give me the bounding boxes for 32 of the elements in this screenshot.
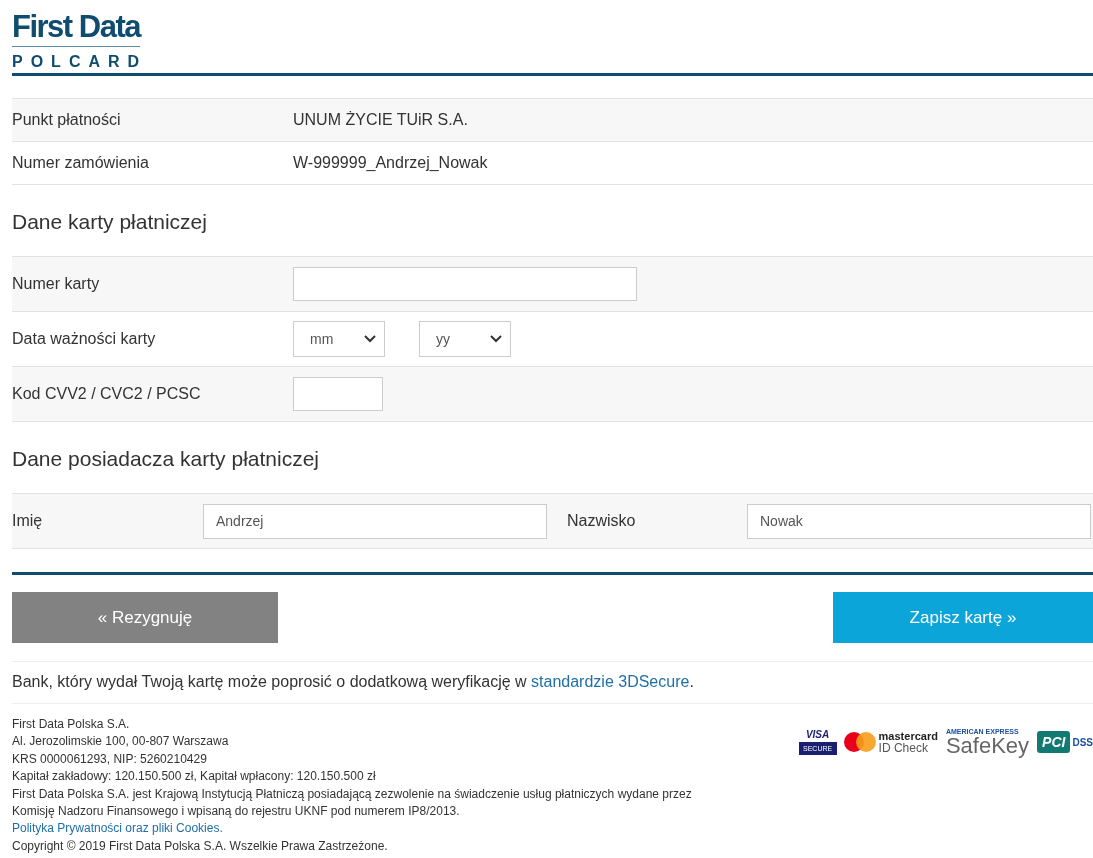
section-heading: Dane posiadacza karty płatniczej xyxy=(12,446,320,472)
footer-text: KRS 0000061293, NIP: 5260210429 xyxy=(12,750,208,768)
footer-text: Kapitał zakładowy: 120.150.500 zł, Kapitał wpłacony: 120.150.500 zł xyxy=(12,768,377,786)
dropdown[interactable]: yy xyxy=(419,321,511,357)
footer-text: First Data Polska S.A. xyxy=(12,716,131,733)
caret-icon xyxy=(364,335,376,343)
caret-icon xyxy=(490,335,502,343)
cvv-field[interactable] xyxy=(293,377,383,411)
dropdown[interactable]: mm xyxy=(293,321,385,357)
privacy-link[interactable]: Polityka Prywatności oraz pliki Cookies. xyxy=(12,821,223,836)
last-name-field[interactable]: Nowak xyxy=(747,503,1091,539)
field-label: Nazwisko xyxy=(566,512,637,530)
pci-dss-logo: PCI DSS xyxy=(1037,731,1093,753)
mastercard-id-check-logo: mastercard ID Check xyxy=(843,730,938,754)
info-label: Punkt płatności xyxy=(12,111,122,129)
info-label: Numer zamówienia xyxy=(12,154,150,172)
info-value: UNUM ŻYCIE TUiR S.A. xyxy=(293,111,468,129)
field-label: Data ważności karty xyxy=(12,330,157,348)
footer-text: Al. Jerozolimskie 100, 00-807 Warszawa xyxy=(12,733,230,751)
company-logo: First Data POLCARD xyxy=(12,8,149,72)
cancel-button[interactable]: « Rezygnuję xyxy=(12,592,278,643)
footer-paragraph: First Data Polska S.A. jest Krajową Instytucją Płatniczą posiadającą zezwolenie na świadczenie usług płatniczych wydane przez Komisję Nadzoru Finansowego i wpisaną do rejestru UKNF pod numerem IP8/2013. xyxy=(12,785,693,821)
field-label: Numer karty xyxy=(12,275,101,293)
field-label: Kod CVV2 / CVC2 / PCSC xyxy=(12,385,202,403)
card-number-field[interactable] xyxy=(293,267,637,301)
first-name-field[interactable]: Andrzej xyxy=(203,503,547,539)
copyright-text: Copyright © 2019 First Data Polska S.A. Wszelkie Prawa Zastrzeżone. xyxy=(12,837,389,855)
3dsecure-link[interactable]: standardzie 3DSecure xyxy=(531,673,690,690)
field-label: Imię xyxy=(12,512,44,530)
verification-notice: Bank, który wydał Twoją kartę może poprosić o dodatkową weryfikację w standardzie 3DSecure. xyxy=(12,661,1093,704)
section-heading: Dane karty płatniczej xyxy=(12,209,208,235)
info-value: W-999999_Andrzej_Nowak xyxy=(293,154,488,172)
